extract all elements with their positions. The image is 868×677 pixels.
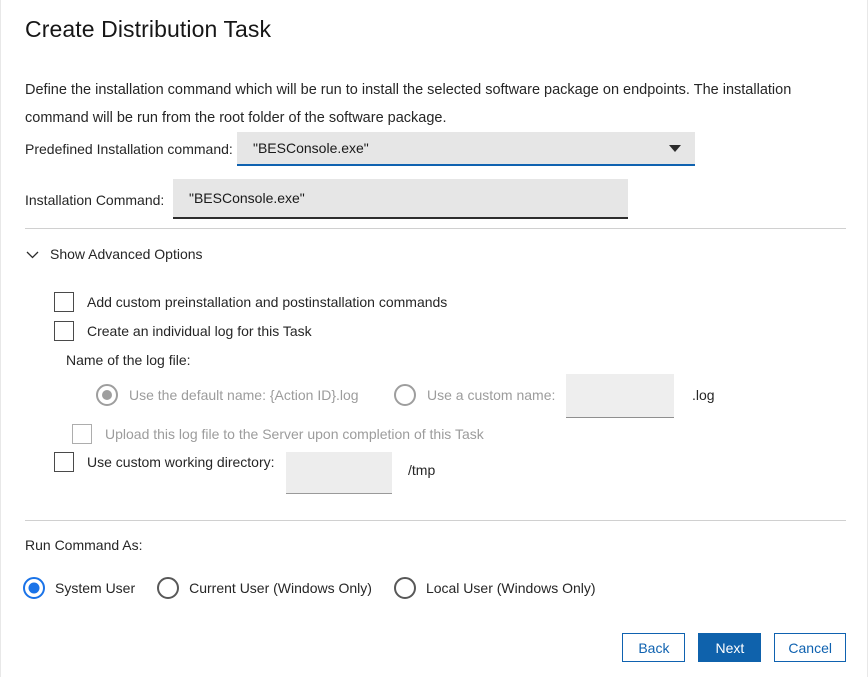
checkbox-upload-log-label: Upload this log file to the Server upon … [105,426,484,442]
radio-custom-log-name[interactable] [394,384,416,406]
custom-log-name-input[interactable] [566,374,674,418]
show-advanced-options-label: Show Advanced Options [50,246,203,262]
checkbox-individual-log-label: Create an individual log for this Task [87,323,312,339]
back-button[interactable]: Back [622,633,685,662]
radio-row-custom-log-name[interactable]: Use a custom name: [394,384,555,406]
radio-system-user-label: System User [55,580,135,596]
show-advanced-options-toggle[interactable]: Show Advanced Options [25,243,203,265]
next-button[interactable]: Next [698,633,761,662]
create-distribution-task-dialog: Create Distribution Task Define the inst… [0,0,868,677]
radio-current-user-label: Current User (Windows Only) [189,580,372,596]
predefined-command-value: "BESConsole.exe" [253,140,369,156]
checkbox-preinstall-label: Add custom preinstallation and postinsta… [87,294,447,310]
radio-row-local-user[interactable]: Local User (Windows Only) [394,577,596,599]
radio-default-log-name-label: Use the default name: {Action ID}.log [129,387,359,403]
radio-custom-log-name-label: Use a custom name: [427,387,555,403]
working-directory-input[interactable] [286,452,392,494]
checkbox-preinstall[interactable] [54,292,74,312]
radio-local-user[interactable] [394,577,416,599]
checkbox-individual-log[interactable] [54,321,74,341]
custom-log-name-suffix: .log [692,387,715,403]
divider-top [25,228,846,229]
checkbox-working-directory-label: Use custom working directory: [87,454,275,470]
installation-command-value: "BESConsole.exe" [189,190,305,206]
radio-row-default-log-name[interactable]: Use the default name: {Action ID}.log [96,384,359,406]
installation-command-label: Installation Command: [25,192,164,208]
log-file-name-label: Name of the log file: [66,352,191,368]
radio-current-user[interactable] [157,577,179,599]
checkbox-row-preinstall[interactable]: Add custom preinstallation and postinsta… [54,292,447,312]
radio-system-user[interactable] [23,577,45,599]
chevron-down-icon [25,247,40,262]
checkbox-working-directory[interactable] [54,452,74,472]
checkbox-row-working-directory[interactable]: Use custom working directory: [54,452,275,472]
checkbox-row-upload-log[interactable]: Upload this log file to the Server upon … [72,424,484,444]
run-command-as-label: Run Command As: [25,537,143,553]
radio-local-user-label: Local User (Windows Only) [426,580,596,596]
dialog-footer: Back Next Cancel [1,633,868,662]
page-title: Create Distribution Task [25,16,271,43]
predefined-command-label: Predefined Installation command: [25,141,233,157]
dialog-description: Define the installation command which wi… [25,76,847,132]
radio-row-system-user[interactable]: System User [23,577,135,599]
divider-bottom [25,520,846,521]
checkbox-row-individual-log[interactable]: Create an individual log for this Task [54,321,312,341]
working-directory-hint: /tmp [408,462,435,478]
checkbox-upload-log[interactable] [72,424,92,444]
run-command-as-group: System User Current User (Windows Only) … [23,577,596,599]
radio-default-log-name[interactable] [96,384,118,406]
cancel-button[interactable]: Cancel [774,633,846,662]
predefined-command-dropdown[interactable]: "BESConsole.exe" [237,132,695,166]
radio-row-current-user[interactable]: Current User (Windows Only) [157,577,372,599]
installation-command-input[interactable]: "BESConsole.exe" [173,179,628,219]
chevron-down-icon [669,145,681,152]
